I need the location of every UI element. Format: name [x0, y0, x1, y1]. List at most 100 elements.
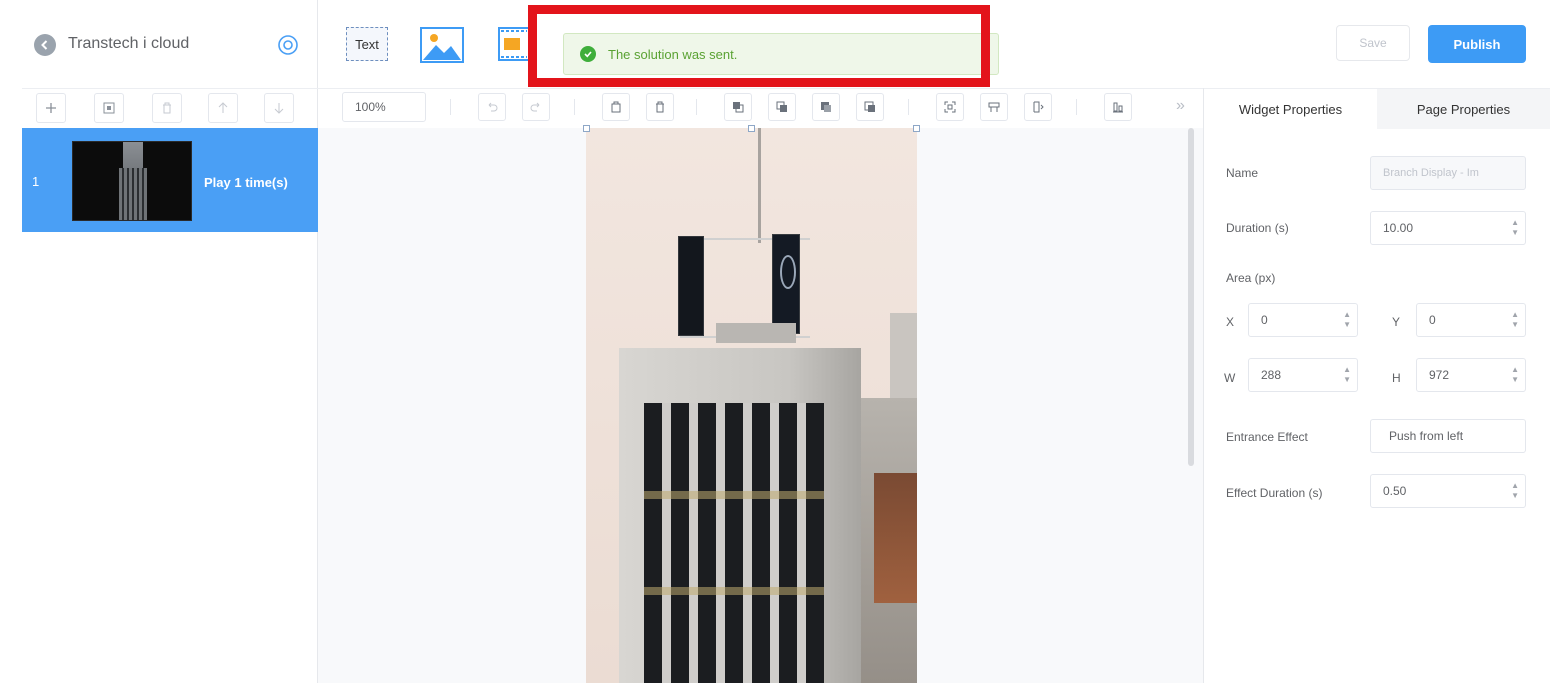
publish-button[interactable]: Publish [1428, 25, 1526, 63]
w-stepper[interactable]: 288 ▲ ▼ [1248, 358, 1358, 392]
redo-icon [530, 102, 540, 112]
toolbar-divider [450, 99, 451, 115]
send-to-back-button[interactable] [856, 93, 884, 121]
plus-icon [46, 103, 56, 113]
left-sidebar: Transtech i cloud 1 Play 1 time(s) [0, 0, 318, 683]
undo-button[interactable] [478, 93, 506, 121]
h-value: 972 [1429, 368, 1450, 382]
delete-widget-button[interactable] [646, 93, 674, 121]
h-label: H [1392, 371, 1401, 385]
effect-duration-label: Effect Duration (s) [1226, 486, 1323, 500]
duration-value: 10.00 [1383, 221, 1414, 235]
w-label: W [1224, 371, 1236, 385]
stepper-arrows-icon[interactable]: ▲ ▼ [1511, 310, 1519, 330]
stepper-arrows-icon[interactable]: ▲ ▼ [1343, 365, 1351, 385]
effect-duration-stepper[interactable]: 0.50 ▲ ▼ [1370, 474, 1526, 508]
area-label: Area (px) [1226, 271, 1276, 285]
fit-canvas-icon [944, 101, 956, 113]
fit-height-button[interactable] [1024, 93, 1052, 121]
app-title: Transtech i cloud [68, 35, 190, 52]
fit-width-button[interactable] [980, 93, 1008, 121]
design-canvas[interactable] [318, 125, 1203, 683]
save-button[interactable]: Save [1336, 25, 1410, 61]
send-backward-button[interactable] [768, 93, 796, 121]
tab-widget-properties[interactable]: Widget Properties [1204, 89, 1377, 129]
settings-gear-icon[interactable] [276, 33, 300, 57]
trash-icon [163, 102, 171, 114]
align-button[interactable] [1104, 93, 1132, 121]
bring-forward-button[interactable] [724, 93, 752, 121]
page-play-label: Play 1 time(s) [204, 175, 288, 190]
photo-roof [716, 323, 796, 343]
undo-icon [488, 102, 498, 112]
stepper-arrows-icon[interactable]: ▲ ▼ [1343, 310, 1351, 330]
copy-page-button[interactable] [94, 93, 124, 123]
name-field[interactable]: Branch Display - Im [1370, 156, 1526, 190]
h-stepper[interactable]: 972 ▲ ▼ [1416, 358, 1526, 392]
bring-to-front-icon [821, 102, 831, 112]
photo-brick-wall [874, 473, 917, 603]
entrance-effect-label: Entrance Effect [1226, 430, 1308, 444]
video-widget-icon[interactable] [498, 27, 530, 61]
move-page-up-button[interactable] [208, 93, 238, 123]
move-page-down-button[interactable] [264, 93, 294, 123]
name-label: Name [1226, 166, 1259, 180]
app-header: Transtech i cloud [22, 0, 318, 88]
x-stepper[interactable]: 0 ▲ ▼ [1248, 303, 1358, 337]
photo-side-tower [890, 313, 917, 403]
add-page-button[interactable] [36, 93, 66, 123]
stepper-arrows-icon[interactable]: ▲ ▼ [1511, 365, 1519, 385]
delete-page-button[interactable] [152, 93, 182, 123]
copy-widget-button[interactable] [602, 93, 630, 121]
duration-stepper[interactable]: 10.00 ▲ ▼ [1370, 211, 1526, 245]
entrance-effect-value: Push from left [1389, 429, 1464, 443]
photo-antenna [758, 128, 761, 243]
page-thumbnail [72, 141, 192, 221]
text-widget-button[interactable]: Text [346, 27, 388, 61]
stepper-arrows-icon[interactable]: ▲ ▼ [1511, 481, 1519, 501]
toolbar-divider [574, 99, 575, 115]
bring-to-front-button[interactable] [812, 93, 840, 121]
back-icon[interactable] [34, 34, 56, 56]
stepper-arrows-icon[interactable]: ▲ ▼ [1511, 218, 1519, 238]
tab-page-properties[interactable]: Page Properties [1377, 89, 1550, 129]
editor-app: Transtech i cloud 1 Play 1 time(s) Text … [0, 0, 1550, 683]
image-widget-building[interactable] [586, 128, 917, 683]
resize-handle-top-right[interactable] [913, 125, 920, 132]
properties-tabs: Widget Properties Page Properties [1204, 88, 1550, 129]
send-to-back-icon [864, 101, 875, 112]
edit-toolbar: 100% » [318, 88, 1203, 128]
w-value: 288 [1261, 368, 1282, 382]
fit-width-icon [988, 102, 1000, 112]
toolbar-divider [696, 99, 697, 115]
x-value: 0 [1261, 313, 1268, 327]
fit-canvas-button[interactable] [936, 93, 964, 121]
trash-icon [656, 101, 664, 113]
send-backward-icon [776, 101, 787, 112]
arrow-down-icon [274, 103, 284, 114]
toolbar-divider [1076, 99, 1077, 115]
zoom-select[interactable]: 100% [342, 92, 426, 122]
y-stepper[interactable]: 0 ▲ ▼ [1416, 303, 1526, 337]
y-label: Y [1392, 315, 1401, 329]
entrance-effect-select[interactable]: Push from left [1370, 419, 1526, 453]
photo-billboard-left [678, 236, 704, 336]
image-widget-icon[interactable] [420, 27, 464, 63]
photo-billboard-right [772, 234, 800, 334]
page-list-toolbar [22, 88, 318, 128]
redo-button[interactable] [522, 93, 550, 121]
more-tools-icon[interactable]: » [1176, 97, 1185, 115]
page-number: 1 [32, 174, 40, 189]
y-value: 0 [1429, 313, 1436, 327]
x-label: X [1226, 315, 1235, 329]
align-bottom-icon [1113, 102, 1123, 113]
page-list-item[interactable]: 1 Play 1 time(s) [22, 128, 318, 232]
canvas-vertical-scrollbar[interactable] [1188, 128, 1194, 466]
copy-icon [103, 102, 115, 114]
arrow-up-icon [218, 102, 228, 113]
properties-panel: Widget Properties Page Properties Name B… [1203, 88, 1550, 683]
fit-height-icon [1033, 101, 1044, 113]
resize-handle-top-left[interactable] [583, 125, 590, 132]
resize-handle-top[interactable] [748, 125, 755, 132]
effect-duration-value: 0.50 [1383, 484, 1407, 498]
